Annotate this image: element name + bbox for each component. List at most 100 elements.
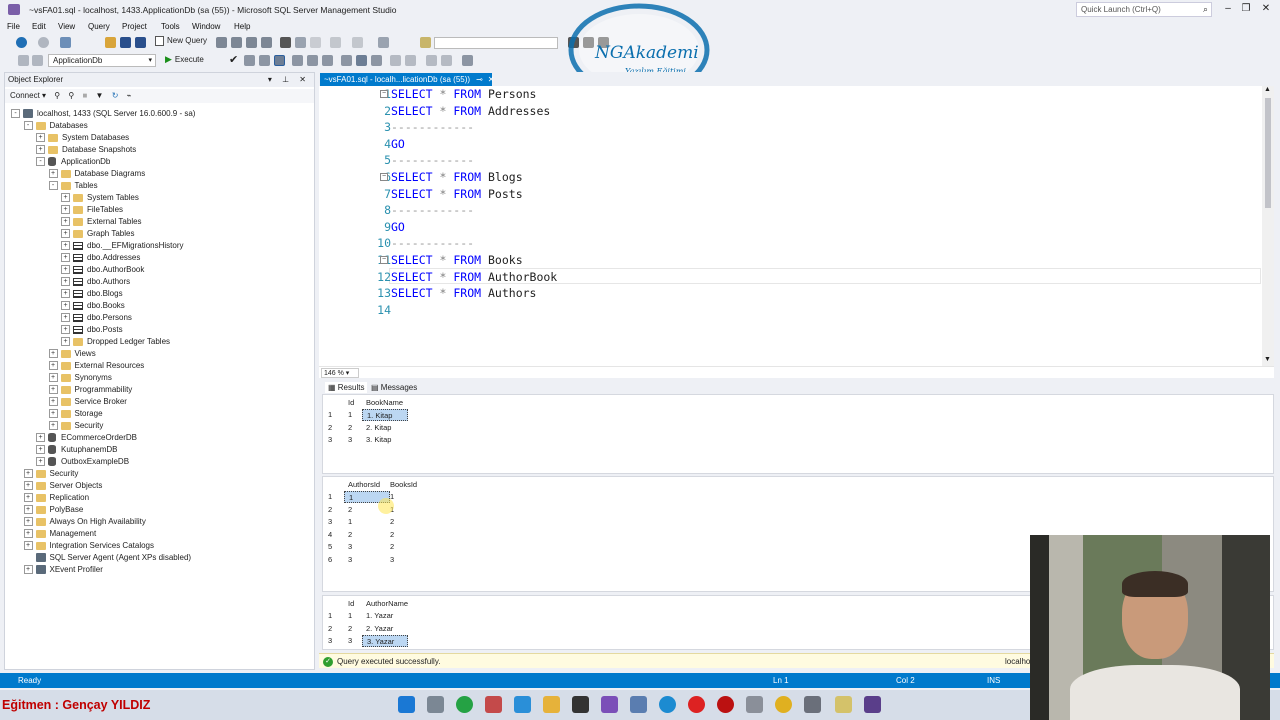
expand-icon[interactable]: +	[36, 133, 45, 143]
copy-icon[interactable]	[295, 37, 306, 48]
tree-node[interactable]: + Service Broker	[48, 396, 127, 408]
expand-icon[interactable]: +	[36, 457, 45, 467]
table-cell[interactable]: 1. Kitap	[362, 409, 408, 421]
tree-node[interactable]: + FileTables	[61, 204, 123, 216]
expand-icon[interactable]: +	[61, 193, 70, 203]
expand-icon[interactable]: +	[48, 409, 58, 419]
column-header[interactable]: Id	[348, 397, 354, 409]
table-cell[interactable]: 3. Kitap	[366, 434, 391, 446]
new-project-icon[interactable]	[60, 37, 71, 48]
tree-node[interactable]: + System Databases	[36, 132, 129, 144]
display-plan-icon[interactable]	[244, 55, 255, 66]
back-icon[interactable]	[16, 37, 27, 48]
tree-node[interactable]: + dbo.AuthorBook	[61, 264, 144, 276]
close-button[interactable]: ✕	[1258, 3, 1274, 14]
results-to-grid-icon[interactable]	[274, 55, 285, 66]
outdent-icon[interactable]	[441, 55, 452, 66]
table-cell[interactable]: 2	[348, 623, 352, 635]
new-query-button[interactable]: New Query	[155, 36, 207, 46]
query-icon-b[interactable]	[231, 37, 242, 48]
include-plan-icon[interactable]	[292, 55, 303, 66]
tree-node[interactable]: + ECommerceOrderDB	[36, 432, 137, 444]
expand-icon[interactable]: +	[61, 337, 70, 347]
pin-icon[interactable]: ▾ ⊥ ✕	[268, 75, 310, 84]
expand-icon[interactable]: +	[23, 529, 33, 539]
tree-node[interactable]: + KutuphanemDB	[36, 444, 117, 456]
expand-icon[interactable]: +	[23, 469, 33, 479]
windows-start-icon[interactable]	[398, 696, 415, 713]
activity-icon[interactable]: ⌁	[127, 91, 132, 100]
save-icon[interactable]	[120, 37, 131, 48]
file-explorer-icon[interactable]	[543, 696, 560, 713]
expand-icon[interactable]: +	[48, 169, 58, 179]
connect-dropdown[interactable]: Connect ▾	[10, 91, 46, 100]
snipping-tool-icon[interactable]	[485, 696, 502, 713]
tree-node[interactable]: + PolyBase	[23, 504, 83, 516]
results-text-icon[interactable]	[341, 55, 352, 66]
disconnect-icon[interactable]: ⚲	[68, 91, 74, 100]
task-view-icon[interactable]	[427, 696, 444, 713]
results-grid-icon[interactable]	[356, 55, 367, 66]
live-stats-icon[interactable]	[307, 55, 318, 66]
sql-editor[interactable]: 1−SELECT * FROM Persons2SELECT * FROM Ad…	[319, 86, 1274, 366]
minimize-button[interactable]: –	[1220, 3, 1236, 14]
collapse-icon[interactable]: -	[23, 121, 33, 131]
specify-values-icon[interactable]	[462, 55, 473, 66]
expand-icon[interactable]: +	[61, 289, 70, 299]
execute-button[interactable]: ▶ Execute	[165, 54, 204, 65]
tree-node[interactable]: + dbo.Blogs	[61, 288, 123, 300]
table-cell[interactable]: 2	[348, 504, 352, 516]
table-cell[interactable]: 1	[348, 610, 352, 622]
comment-icon[interactable]	[390, 55, 401, 66]
tab-query-document[interactable]: ~vsFA01.sql - localh...licationDb (sa (5…	[320, 73, 494, 86]
indent-icon[interactable]	[426, 55, 437, 66]
expand-icon[interactable]: +	[61, 325, 70, 335]
expand-icon[interactable]: +	[48, 421, 58, 431]
table-cell[interactable]: 3	[390, 554, 394, 566]
pin-tab-icon[interactable]: ⊸	[476, 75, 483, 84]
expand-icon[interactable]: +	[48, 385, 58, 395]
menu-query[interactable]: Query	[88, 22, 110, 31]
maximize-button[interactable]: ❐	[1238, 3, 1254, 14]
opera-icon[interactable]	[688, 696, 705, 713]
table-cell[interactable]: 3. Yazar	[362, 635, 408, 648]
table-cell[interactable]: 2	[348, 529, 352, 541]
tree-node[interactable]: + XEvent Profiler	[23, 564, 103, 576]
paste-icon[interactable]	[310, 37, 321, 48]
tree-node[interactable]: + Replication	[23, 492, 89, 504]
tree-node[interactable]: + External Resources	[48, 360, 144, 372]
expand-icon[interactable]: +	[36, 445, 45, 455]
tree-node[interactable]: + System Tables	[61, 192, 139, 204]
query-designer-icon[interactable]	[259, 55, 270, 66]
tree-node[interactable]: + Synonyms	[48, 372, 112, 384]
refresh-icon[interactable]: ↻	[112, 91, 119, 100]
table-cell[interactable]: 2	[390, 529, 394, 541]
expand-icon[interactable]: +	[61, 241, 70, 251]
debug-icon[interactable]	[378, 37, 389, 48]
terminal-icon[interactable]	[572, 696, 589, 713]
column-header[interactable]: BooksId	[390, 479, 417, 491]
result-grid-books[interactable]: Id BookName 1 1 1. Kitap 2 2 2. Kitap 3 3 3. Kitap	[322, 394, 1274, 474]
tree-node[interactable]: + dbo.Persons	[61, 312, 132, 324]
tree-node[interactable]: + dbo.__EFMigrationsHistory	[61, 240, 183, 252]
menu-tools[interactable]: Tools	[161, 22, 180, 31]
expand-icon[interactable]: +	[48, 361, 58, 371]
expand-icon[interactable]: +	[61, 277, 70, 287]
tree-node[interactable]: + dbo.Addresses	[61, 252, 140, 264]
tree-node[interactable]: + Server Objects	[23, 480, 102, 492]
forward-icon[interactable]	[38, 37, 49, 48]
table-cell[interactable]: 3	[348, 434, 352, 446]
menu-file[interactable]: File	[7, 22, 20, 31]
collapse-icon[interactable]: -	[48, 181, 58, 191]
tree-node[interactable]: + Always On High Availability	[23, 516, 146, 528]
menu-project[interactable]: Project	[122, 22, 147, 31]
expand-icon[interactable]: +	[61, 253, 70, 263]
table-cell[interactable]: 1	[348, 409, 352, 421]
stop-icon[interactable]: ■	[82, 91, 87, 100]
table-cell[interactable]: 3	[348, 554, 352, 566]
tab-messages[interactable]: ▤ Messages	[371, 383, 417, 392]
expand-icon[interactable]: +	[23, 481, 33, 491]
menu-help[interactable]: Help	[234, 22, 250, 31]
app-icon-extra[interactable]	[864, 696, 881, 713]
collapse-icon[interactable]: -	[11, 109, 20, 119]
